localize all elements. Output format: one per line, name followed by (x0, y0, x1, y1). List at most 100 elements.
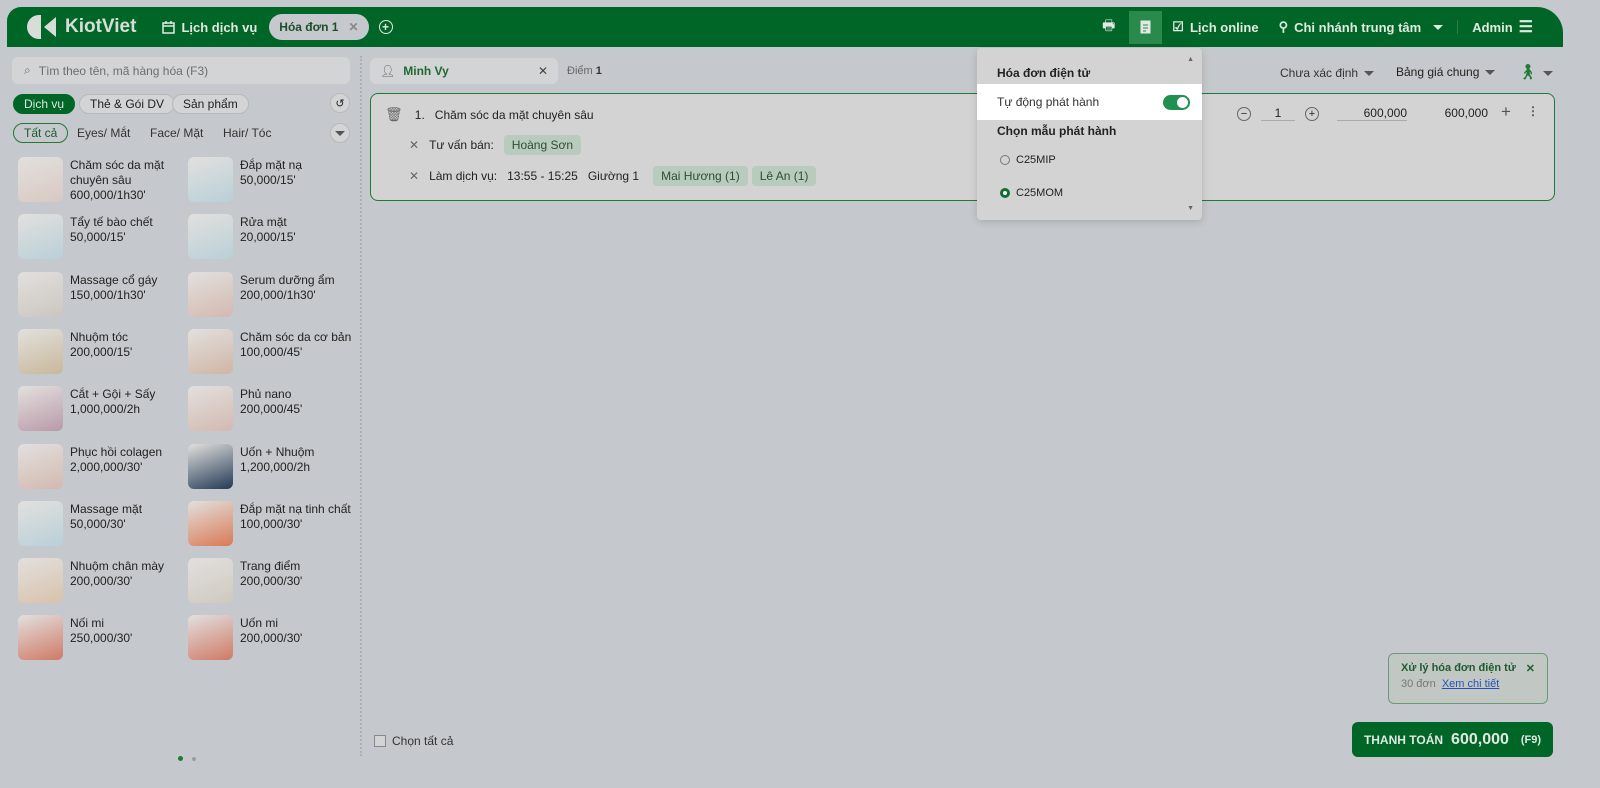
online-label: Lịch online (1189, 19, 1259, 35)
pricebook-label: Bảng giá chung (1396, 65, 1480, 79)
product-item[interactable]: Rửa mặt 20,000/15' (188, 214, 353, 262)
category-hair[interactable]: Hair/ Tóc (223, 126, 271, 140)
search-input[interactable] (38, 63, 319, 78)
user-icon: 👤︎ (380, 64, 396, 78)
product-name: Massage cổ gáy (70, 272, 158, 287)
product-item[interactable]: Đắp mặt nạ tinh chất 100,000/30' (188, 500, 353, 549)
staff-chip[interactable]: Mai Hương (1) (653, 166, 748, 186)
product-name: Cắt + Gội + Sấy (70, 387, 156, 402)
einvoice-icon[interactable] (1129, 10, 1163, 44)
hamburger-menu-icon: ☰ (1518, 19, 1533, 36)
page-dot-active[interactable] (178, 756, 183, 761)
scroll-down-icon[interactable]: ▼ (1187, 205, 1194, 212)
kiotviet-logo[interactable]: KiotViet (27, 15, 136, 39)
product-search[interactable]: ⌕ (12, 57, 350, 84)
product-price: 1,200,000/2h (240, 459, 311, 474)
expand-categories-icon[interactable] (330, 123, 350, 143)
walking-person-icon: 🚶︎ (1518, 64, 1538, 81)
service-label: Làm dịch vụ: (429, 169, 498, 183)
decrease-qty-icon[interactable]: − (1237, 106, 1251, 121)
product-price: 150,000/1h30' (70, 287, 146, 302)
product-name: Nhuộm tóc (70, 329, 129, 344)
type-services[interactable]: Dịch vụ (13, 94, 76, 114)
category-face[interactable]: Face/ Mặt (150, 126, 203, 140)
customer-box[interactable]: 👤︎ Minh Vy ✕ (370, 58, 558, 84)
service-schedule-button[interactable]: Lịch dịch vụ (162, 20, 257, 35)
radio-unchecked[interactable] (1000, 155, 1010, 165)
auto-issue-toggle[interactable] (1163, 94, 1190, 110)
product-item[interactable]: Chăm sóc da cơ bản 100,000/45' (188, 328, 353, 377)
remove-consultant-icon[interactable]: ✕ (409, 138, 419, 152)
product-item[interactable]: Nhuộm tóc 200,000/15' (18, 328, 183, 377)
product-item[interactable]: Nhuộm chân mày 200,000/30' (18, 558, 183, 606)
radio-checked[interactable] (1000, 188, 1010, 198)
view-details-link[interactable]: Xem chi tiết (1442, 678, 1499, 690)
product-name: Phủ nano (240, 387, 292, 402)
increase-qty-icon[interactable]: + (1305, 106, 1319, 121)
product-price: 100,000/45' (240, 344, 303, 359)
staff-chip[interactable]: Lê An (1) (751, 166, 817, 186)
product-item[interactable]: Cắt + Gội + Sấy 1,000,000/2h (18, 386, 183, 434)
top-header: KiotViet Lịch dịch vụ Hóa đơn 1 ✕ + 🖶 ☑ Lị… (7, 7, 1563, 47)
category-eyes[interactable]: Eyes/ Mắt (77, 126, 130, 140)
close-tab-icon[interactable]: ✕ (348, 20, 358, 34)
product-item[interactable]: Massage mặt 50,000/30' (18, 500, 183, 549)
category-all[interactable]: Tất cả (13, 123, 69, 143)
branch-selector[interactable]: ⚲ Chi nhánh trung tâm (1279, 19, 1444, 35)
add-tab-icon[interactable]: + (378, 20, 393, 34)
product-price: 2,000,000/30' (70, 459, 143, 474)
pricebook-select[interactable]: Bảng giá chung (1396, 65, 1496, 79)
tab-invoice-1[interactable]: Hóa đơn 1 ✕ (269, 14, 369, 40)
printer-icon[interactable]: 🖶 (1102, 15, 1115, 39)
remove-service-icon[interactable]: ✕ (409, 169, 419, 183)
template-option[interactable]: C25MOM (1000, 187, 1063, 199)
product-item[interactable]: Trang điểm 200,000/30' (188, 558, 353, 606)
product-item[interactable]: Đắp mặt nạ 50,000/15' (188, 157, 353, 205)
type-cards-packages[interactable]: Thẻ & Gói DV (79, 94, 176, 114)
product-item[interactable]: Massage cổ gáy 150,000/1h30' (18, 271, 183, 320)
add-icon[interactable]: + (1501, 102, 1511, 122)
template-label: C25MOM (1016, 187, 1064, 199)
admin-menu[interactable]: Admin ☰ (1472, 17, 1533, 37)
qty-input[interactable]: 1 (1261, 106, 1295, 121)
product-thumbnail (188, 558, 233, 604)
status-select[interactable]: Chưa xác định (1280, 66, 1375, 80)
select-all[interactable]: Chọn tất cả (374, 734, 453, 748)
remove-customer-icon[interactable]: ✕ (538, 64, 548, 78)
product-item[interactable]: Tẩy tế bào chết 50,000/15' (18, 214, 183, 262)
online-schedule-button[interactable]: ☑ Lịch online (1172, 19, 1258, 35)
select-all-checkbox[interactable] (374, 735, 386, 747)
status-label: Chưa xác định (1280, 66, 1359, 80)
product-thumbnail (18, 443, 63, 489)
product-name: Chăm sóc da mặt chuyên sâu (70, 158, 165, 187)
sales-channel-select[interactable]: 🚶︎ (1518, 63, 1554, 81)
type-products[interactable]: Sản phẩm (172, 94, 249, 114)
product-item[interactable]: Chăm sóc da mặt chuyên sâu 600,000/1h30' (18, 157, 183, 205)
page-dot[interactable] (192, 757, 196, 761)
product-item[interactable]: Uốn + Nhuộm 1,200,000/2h (188, 443, 353, 492)
product-thumbnail (188, 500, 233, 546)
close-toast-icon[interactable]: ✕ (1526, 662, 1535, 675)
product-item[interactable]: Uốn mi 200,000/30' (188, 615, 353, 663)
product-thumbnail (188, 386, 233, 432)
more-options-icon[interactable]: ⋮ (1527, 104, 1539, 118)
template-option[interactable]: C25MIP (1000, 154, 1056, 166)
unit-price-input[interactable]: 600,000 (1337, 106, 1407, 121)
product-item[interactable]: Phủ nano 200,000/45' (188, 386, 353, 434)
product-item[interactable]: Nối mi 250,000/30' (18, 615, 183, 663)
chevron-down-icon (1433, 24, 1444, 30)
product-item[interactable]: Phục hồi colagen 2,000,000/30' (18, 443, 183, 492)
template-title: Chọn mẫu phát hành (997, 124, 1117, 138)
bed-label[interactable]: Giường 1 (588, 169, 639, 183)
auto-issue-row[interactable]: Tự động phát hành (977, 84, 1202, 120)
trash-icon[interactable]: 🗑︎ (385, 106, 403, 123)
scroll-up-icon[interactable]: ▲ (1187, 56, 1194, 63)
history-icon[interactable]: ↺ (330, 93, 350, 113)
product-item[interactable]: Serum dưỡng ẩm 200,000/1h30' (188, 271, 353, 320)
product-thumbnail (188, 214, 233, 260)
consultant-chip[interactable]: Hoàng Sơn (503, 135, 582, 155)
product-thumbnail (18, 386, 63, 432)
product-name: Serum dưỡng ẩm (240, 272, 335, 287)
service-time[interactable]: 13:55 - 15:25 (507, 169, 578, 183)
checkout-button[interactable]: THANH TOÁN 600,000 (F9) (1352, 722, 1553, 757)
